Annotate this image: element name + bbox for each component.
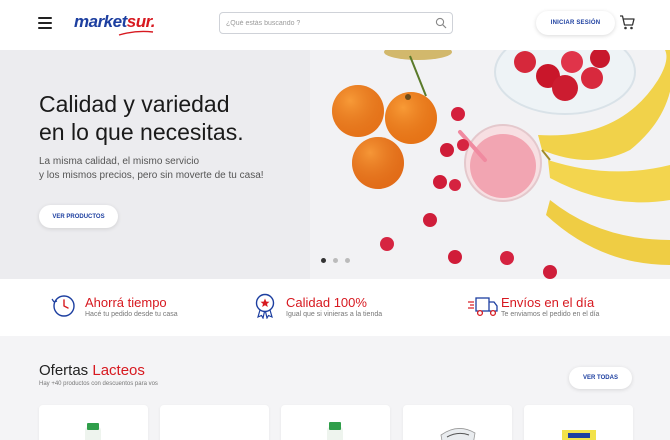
hero-subtitle: La misma calidad, el mismo servicio y lo… xyxy=(39,155,319,183)
yogurt-pack-image xyxy=(440,428,476,440)
offers-title-accent: Lacteos xyxy=(92,362,145,379)
search-input[interactable] xyxy=(226,16,426,31)
milk-bottle-image xyxy=(85,423,101,440)
logo-swoosh-icon xyxy=(118,30,154,36)
menu-icon[interactable] xyxy=(38,17,52,29)
hero-subtitle-line2: y los mismos precios, pero sin moverte d… xyxy=(39,170,264,181)
product-card[interactable] xyxy=(39,405,148,440)
product-card[interactable] xyxy=(524,405,633,440)
feature-desc: Te enviamos el pedido en el día xyxy=(501,311,600,318)
logo[interactable]: marketsur. xyxy=(74,12,156,32)
search-icon[interactable] xyxy=(435,17,447,29)
view-products-button[interactable]: VER PRODUCTOS xyxy=(39,205,118,228)
see-all-button[interactable]: VER TODAS xyxy=(569,367,632,389)
carousel-dot-3[interactable] xyxy=(345,258,350,263)
product-card[interactable] xyxy=(281,405,390,440)
delivery-truck-icon xyxy=(468,297,498,317)
carousel-dot-1[interactable] xyxy=(321,258,326,263)
cart-icon[interactable] xyxy=(619,15,635,30)
hero-title: Calidad y variedad en lo que necesitas. xyxy=(39,90,309,146)
product-card[interactable] xyxy=(403,405,512,440)
carousel-dots xyxy=(321,258,350,263)
logo-main: market xyxy=(74,12,127,31)
offers-title: Ofertas Lacteos xyxy=(39,362,145,379)
feature-title: Envíos en el día xyxy=(501,295,595,310)
login-button[interactable]: INICIAR SESIÓN xyxy=(536,11,615,35)
feature-title: Ahorrá tiempo xyxy=(85,295,167,310)
quality-badge-icon xyxy=(255,293,275,319)
hero-fruit-image xyxy=(332,50,670,279)
offers-title-main: Ofertas xyxy=(39,362,89,379)
feature-desc: Igual que si vinieras a la tienda xyxy=(286,311,383,318)
offers-section: Ofertas Lacteos Hay +40 productos con de… xyxy=(0,336,670,440)
search-box xyxy=(219,12,453,34)
milk-bottle-image xyxy=(327,422,343,440)
carousel-dot-2[interactable] xyxy=(333,258,338,263)
features-strip: Ahorrá tiempo Hacé tu pedido desde tu ca… xyxy=(0,279,670,336)
hero-banner: Calidad y variedad en lo que necesitas. … xyxy=(0,50,670,279)
hero-subtitle-line1: La misma calidad, el mismo servicio xyxy=(39,156,200,167)
logo-accent: sur. xyxy=(126,12,156,31)
offers-subtitle: Hay +40 productos con descuentos para vo… xyxy=(39,381,158,387)
header: marketsur. INICIAR SESIÓN xyxy=(0,0,670,50)
feature-desc: Hacé tu pedido desde tu casa xyxy=(85,311,178,318)
butter-pack-image xyxy=(562,430,596,440)
feature-title: Calidad 100% xyxy=(286,295,367,310)
hero-title-line2: en lo que necesitas. xyxy=(39,119,244,145)
product-card[interactable] xyxy=(160,405,269,440)
clock-icon xyxy=(51,295,75,317)
hero-title-line1: Calidad y variedad xyxy=(39,91,230,117)
